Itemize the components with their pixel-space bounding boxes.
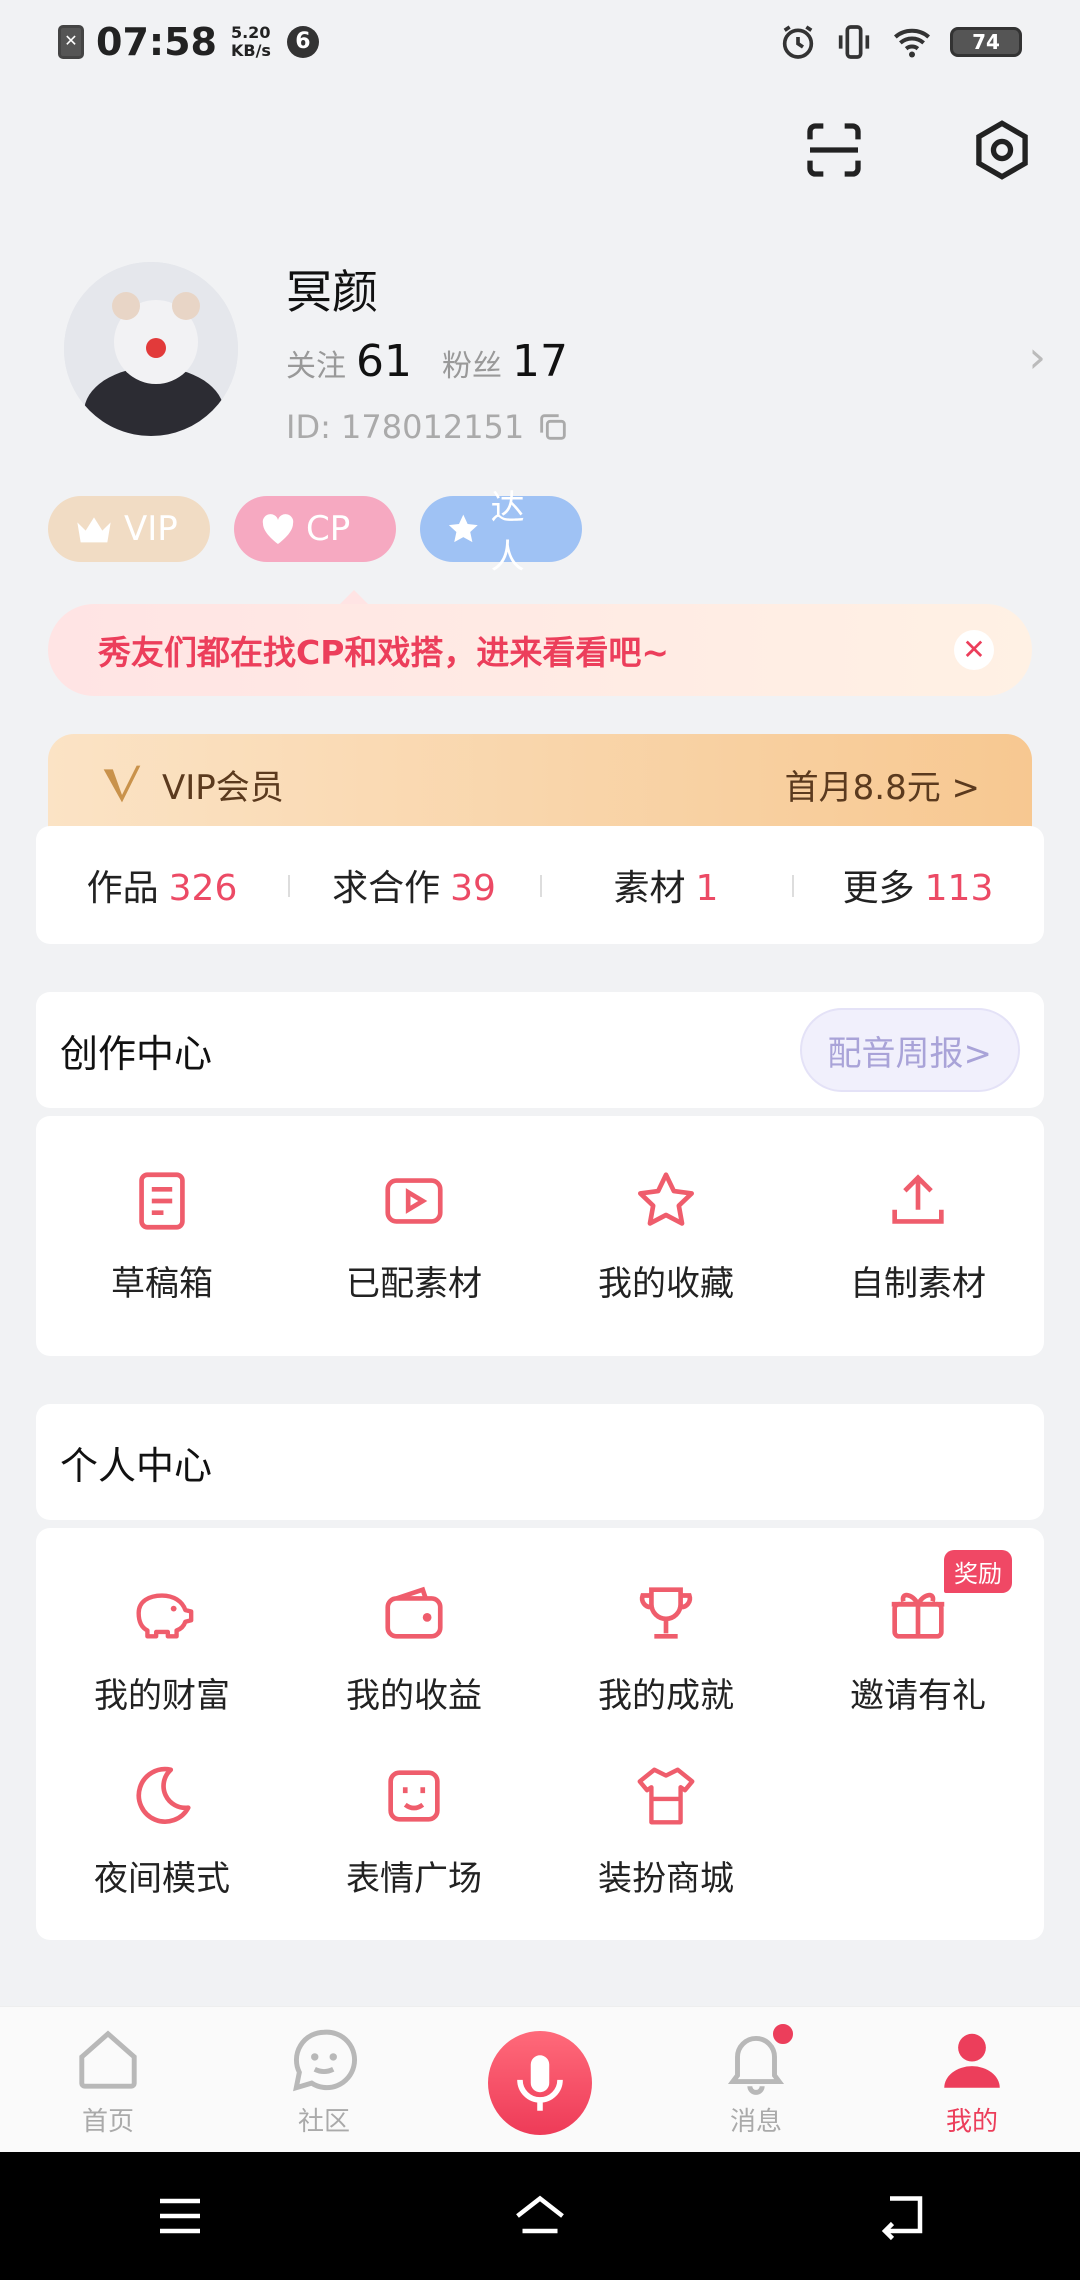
vip-membership-bar[interactable]: VIP会员 首月8.8元 > [48, 734, 1032, 834]
piggy-bank-icon [136, 1593, 194, 1639]
cp-badge[interactable]: CP [234, 496, 396, 562]
wallet-icon [385, 1586, 443, 1639]
tab-community[interactable]: 社区 [216, 2007, 432, 2152]
creation-center-header: 创作中心 配音周报> [36, 992, 1044, 1108]
system-nav-bar [0, 2152, 1080, 2280]
dubbing-weekly-button[interactable]: 配音周报> [799, 1008, 1020, 1092]
creation-center-grid: 草稿箱 已配素材 我的收藏 自制素材 [36, 1116, 1044, 1356]
status-time: 07:58 [96, 20, 217, 64]
wifi-icon [893, 28, 931, 58]
invite-gift-item[interactable]: 奖励 邀请有礼 [792, 1550, 1044, 1717]
works-stats: 作品 326 求合作 39 素材 1 更多 113 [36, 826, 1044, 944]
copy-icon[interactable] [536, 410, 570, 444]
expert-badge[interactable]: 达人 [420, 488, 582, 577]
stat-material[interactable]: 素材 1 [540, 859, 792, 911]
drafts-item[interactable]: 草稿箱 [36, 1166, 288, 1305]
chat-icon [293, 2029, 358, 2092]
tab-messages[interactable]: 消息 [648, 2007, 864, 2152]
crown-icon [77, 517, 111, 543]
battery-icon: 74 [950, 27, 1022, 57]
shirt-icon [637, 1767, 695, 1825]
trophy-icon [639, 1587, 693, 1639]
tab-me[interactable]: 我的 [864, 2007, 1080, 2152]
no-sim-icon: ✕ [58, 25, 84, 59]
notification-count-icon: 6 [286, 26, 319, 58]
emoji-icon [388, 1770, 440, 1822]
home-icon [79, 2030, 137, 2089]
fans-count[interactable]: 17 [512, 336, 568, 387]
my-wealth-item[interactable]: 我的财富 [36, 1578, 288, 1717]
section-title: 个人中心 [60, 1443, 213, 1488]
vip-badge[interactable]: VIP [48, 496, 210, 562]
stat-collab[interactable]: 求合作 39 [288, 859, 540, 911]
star-icon [448, 514, 478, 543]
cp-tip-banner[interactable]: 秀友们都在找CP和戏搭，进来看看吧~ ✕ [48, 590, 1032, 696]
reward-badge: 奖励 [944, 1550, 1012, 1593]
stat-more[interactable]: 更多 113 [792, 859, 1044, 911]
dubbed-material-item[interactable]: 已配素材 [288, 1166, 540, 1305]
vip-offer: 首月8.8元 > [784, 767, 980, 808]
dress-up-mall-item[interactable]: 装扮商城 [540, 1761, 792, 1900]
home-nav-icon[interactable] [510, 2186, 570, 2246]
unread-dot [770, 2021, 796, 2047]
gift-icon [891, 1592, 945, 1639]
profile-chevron-right-icon[interactable]: › [1028, 332, 1046, 383]
mic-icon [517, 2055, 563, 2111]
stat-works[interactable]: 作品 326 [36, 859, 288, 911]
emoji-square-item[interactable]: 表情广场 [288, 1761, 540, 1900]
moon-icon [136, 1766, 191, 1824]
night-mode-item[interactable]: 夜间模式 [36, 1761, 288, 1900]
settings-icon[interactable] [970, 118, 1034, 182]
mic-button[interactable] [488, 2031, 592, 2135]
back-icon[interactable] [870, 2186, 930, 2246]
follow-count[interactable]: 61 [356, 336, 412, 387]
avatar-image [64, 262, 238, 436]
fans-label: 粉丝 [442, 349, 502, 384]
upload-icon [892, 1174, 944, 1224]
avatar[interactable] [64, 262, 238, 436]
alarm-icon [782, 25, 814, 59]
menu-icon[interactable] [150, 2186, 210, 2246]
my-earnings-item[interactable]: 我的收益 [288, 1578, 540, 1717]
user-id: ID: 178012151 [286, 408, 570, 446]
tab-home[interactable]: 首页 [0, 2007, 216, 2152]
network-speed: 5.20 KB/s [230, 23, 271, 60]
heart-icon [262, 514, 294, 544]
follow-label: 关注 [286, 349, 346, 384]
person-icon [944, 2033, 1000, 2088]
self-made-material-item[interactable]: 自制素材 [792, 1166, 1044, 1305]
personal-center-grid: 我的财富 我的收益 我的成就 奖励 邀请有礼 夜间模式 表情广场 装扮商城 [36, 1528, 1044, 1940]
scan-icon[interactable] [802, 118, 866, 182]
close-icon[interactable]: ✕ [954, 630, 994, 670]
user-name: 冥颜 [286, 265, 378, 319]
section-title: 创作中心 [60, 1031, 213, 1076]
tab-record[interactable] [432, 2007, 648, 2152]
vibrate-icon [838, 25, 870, 59]
follow-stats: 关注 61 粉丝 17 [286, 336, 598, 387]
bottom-tab-bar: 首页 社区 消息 我的 [0, 2006, 1080, 2152]
star-icon [638, 1172, 694, 1226]
personal-center-header: 个人中心 [36, 1404, 1044, 1520]
vip-logo-icon [103, 765, 141, 803]
play-icon [385, 1178, 443, 1224]
draft-icon [139, 1172, 185, 1230]
status-bar: ✕ 07:58 5.20 KB/s 6 74 [0, 0, 1080, 84]
my-favorites-item[interactable]: 我的收藏 [540, 1166, 792, 1305]
my-achievements-item[interactable]: 我的成就 [540, 1578, 792, 1717]
